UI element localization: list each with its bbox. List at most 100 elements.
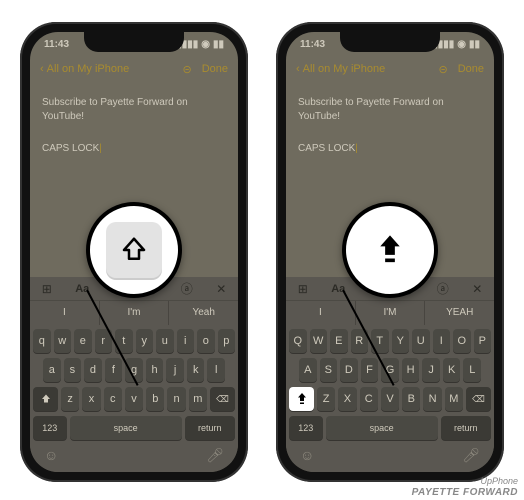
key-w[interactable]: w	[54, 329, 72, 353]
done-button[interactable]: Done	[458, 63, 484, 75]
key-h[interactable]: H	[402, 358, 420, 382]
back-label: All on My iPhone	[303, 63, 386, 75]
key-z[interactable]: Z	[317, 387, 335, 411]
key-q[interactable]: Q	[289, 329, 307, 353]
key-n[interactable]: N	[423, 387, 441, 411]
key-i[interactable]: i	[177, 329, 195, 353]
key-u[interactable]: u	[156, 329, 174, 353]
key-f[interactable]: f	[105, 358, 123, 382]
key-o[interactable]: o	[197, 329, 215, 353]
key-v[interactable]: V	[381, 387, 399, 411]
backspace-key[interactable]: ⌫	[466, 387, 491, 411]
capslock-key-callout	[342, 202, 438, 298]
key-i[interactable]: I	[433, 329, 451, 353]
table-icon[interactable]: ⊞	[298, 282, 308, 296]
key-n[interactable]: n	[167, 387, 185, 411]
space-key[interactable]: space	[70, 416, 182, 440]
key-l[interactable]: l	[207, 358, 225, 382]
key-v[interactable]: v	[125, 387, 143, 411]
watermark: UpPhone PAYETTE FORWARD	[412, 477, 518, 498]
key-h[interactable]: h	[146, 358, 164, 382]
key-k[interactable]: K	[443, 358, 461, 382]
key-k[interactable]: k	[187, 358, 205, 382]
key-x[interactable]: x	[82, 387, 100, 411]
space-key[interactable]: space	[326, 416, 438, 440]
phone-left: 11:43 ▮▮▮▮ ◉ ▮▮ ‹ All on My iPhone ⊝ Don…	[20, 22, 248, 482]
markup-icon[interactable]: ⓐ	[437, 280, 449, 297]
emoji-icon[interactable]: ☺	[44, 447, 58, 464]
key-d[interactable]: d	[84, 358, 102, 382]
more-icon[interactable]: ⊝	[438, 63, 447, 76]
key-f[interactable]: F	[361, 358, 379, 382]
note-body[interactable]: Subscribe to Payette Forward on YouTube!…	[286, 88, 494, 182]
key-m[interactable]: m	[189, 387, 207, 411]
key-a[interactable]: a	[43, 358, 61, 382]
key-c[interactable]: C	[360, 387, 378, 411]
key-x[interactable]: X	[338, 387, 356, 411]
watermark-line-2: PAYETTE FORWARD	[412, 487, 518, 498]
key-e[interactable]: E	[330, 329, 348, 353]
return-key[interactable]: return	[441, 416, 491, 440]
table-icon[interactable]: ⊞	[42, 282, 52, 296]
key-grid: qwertyuiop asdfghjkl zxcvbnm ⌫ 123 space	[30, 325, 238, 440]
key-u[interactable]: U	[412, 329, 430, 353]
emoji-icon[interactable]: ☺	[300, 447, 314, 464]
dictation-icon[interactable]: 🎤︎	[462, 447, 480, 464]
key-s[interactable]: S	[320, 358, 338, 382]
key-y[interactable]: Y	[392, 329, 410, 353]
back-button[interactable]: ‹ All on My iPhone	[40, 63, 129, 75]
suggestion-3[interactable]: Yeah	[169, 301, 238, 325]
key-z[interactable]: z	[61, 387, 79, 411]
key-b[interactable]: B	[402, 387, 420, 411]
screen: 11:43 ▮▮▮▮ ◉ ▮▮ ‹ All on My iPhone ⊝ Don…	[286, 32, 494, 472]
markup-icon[interactable]: ⓐ	[181, 280, 193, 297]
suggestion-bar: I I'M YEAH	[286, 301, 494, 325]
key-l[interactable]: L	[463, 358, 481, 382]
key-b[interactable]: b	[146, 387, 164, 411]
close-toolbar-icon[interactable]: ✕	[216, 282, 226, 296]
note-line-2: CAPS LOCK|	[42, 142, 226, 156]
key-m[interactable]: M	[445, 387, 463, 411]
key-y[interactable]: y	[136, 329, 154, 353]
suggestion-2[interactable]: I'M	[356, 301, 426, 325]
numbers-key[interactable]: 123	[33, 416, 67, 440]
key-j[interactable]: J	[422, 358, 440, 382]
key-p[interactable]: P	[474, 329, 492, 353]
suggestion-3[interactable]: YEAH	[425, 301, 494, 325]
nav-bar: ‹ All on My iPhone ⊝ Done	[286, 56, 494, 82]
wifi-icon: ◉	[457, 39, 466, 50]
note-line-1: Subscribe to Payette Forward on YouTube!	[298, 96, 482, 124]
shift-key[interactable]	[33, 387, 58, 411]
suggestion-1[interactable]: I	[286, 301, 356, 325]
key-grid: QWERTYUIOP ASDFGHJKL ZXCVBNM ⌫	[286, 325, 494, 440]
back-button[interactable]: ‹ All on My iPhone	[296, 63, 385, 75]
more-icon[interactable]: ⊝	[182, 63, 191, 76]
note-body[interactable]: Subscribe to Payette Forward on YouTube!…	[30, 88, 238, 182]
key-j[interactable]: j	[166, 358, 184, 382]
chevron-left-icon: ‹	[40, 63, 44, 75]
suggestion-1[interactable]: I	[30, 301, 100, 325]
return-key[interactable]: return	[185, 416, 235, 440]
key-c[interactable]: c	[104, 387, 122, 411]
chevron-left-icon: ‹	[296, 63, 300, 75]
shift-outline-icon	[119, 235, 149, 265]
key-q[interactable]: q	[33, 329, 51, 353]
key-a[interactable]: A	[299, 358, 317, 382]
key-d[interactable]: D	[340, 358, 358, 382]
key-w[interactable]: W	[310, 329, 328, 353]
close-toolbar-icon[interactable]: ✕	[472, 282, 482, 296]
key-s[interactable]: s	[64, 358, 82, 382]
suggestion-2[interactable]: I'm	[100, 301, 170, 325]
phone-right: 11:43 ▮▮▮▮ ◉ ▮▮ ‹ All on My iPhone ⊝ Don…	[276, 22, 504, 482]
backspace-key[interactable]: ⌫	[210, 387, 235, 411]
numbers-key[interactable]: 123	[289, 416, 323, 440]
key-o[interactable]: O	[453, 329, 471, 353]
nav-bar: ‹ All on My iPhone ⊝ Done	[30, 56, 238, 82]
done-button[interactable]: Done	[202, 63, 228, 75]
capslock-key[interactable]	[289, 387, 314, 411]
notch	[340, 32, 440, 52]
dictation-icon[interactable]: 🎤︎	[206, 447, 224, 464]
key-e[interactable]: e	[74, 329, 92, 353]
key-p[interactable]: p	[218, 329, 236, 353]
backspace-icon: ⌫	[216, 394, 229, 405]
